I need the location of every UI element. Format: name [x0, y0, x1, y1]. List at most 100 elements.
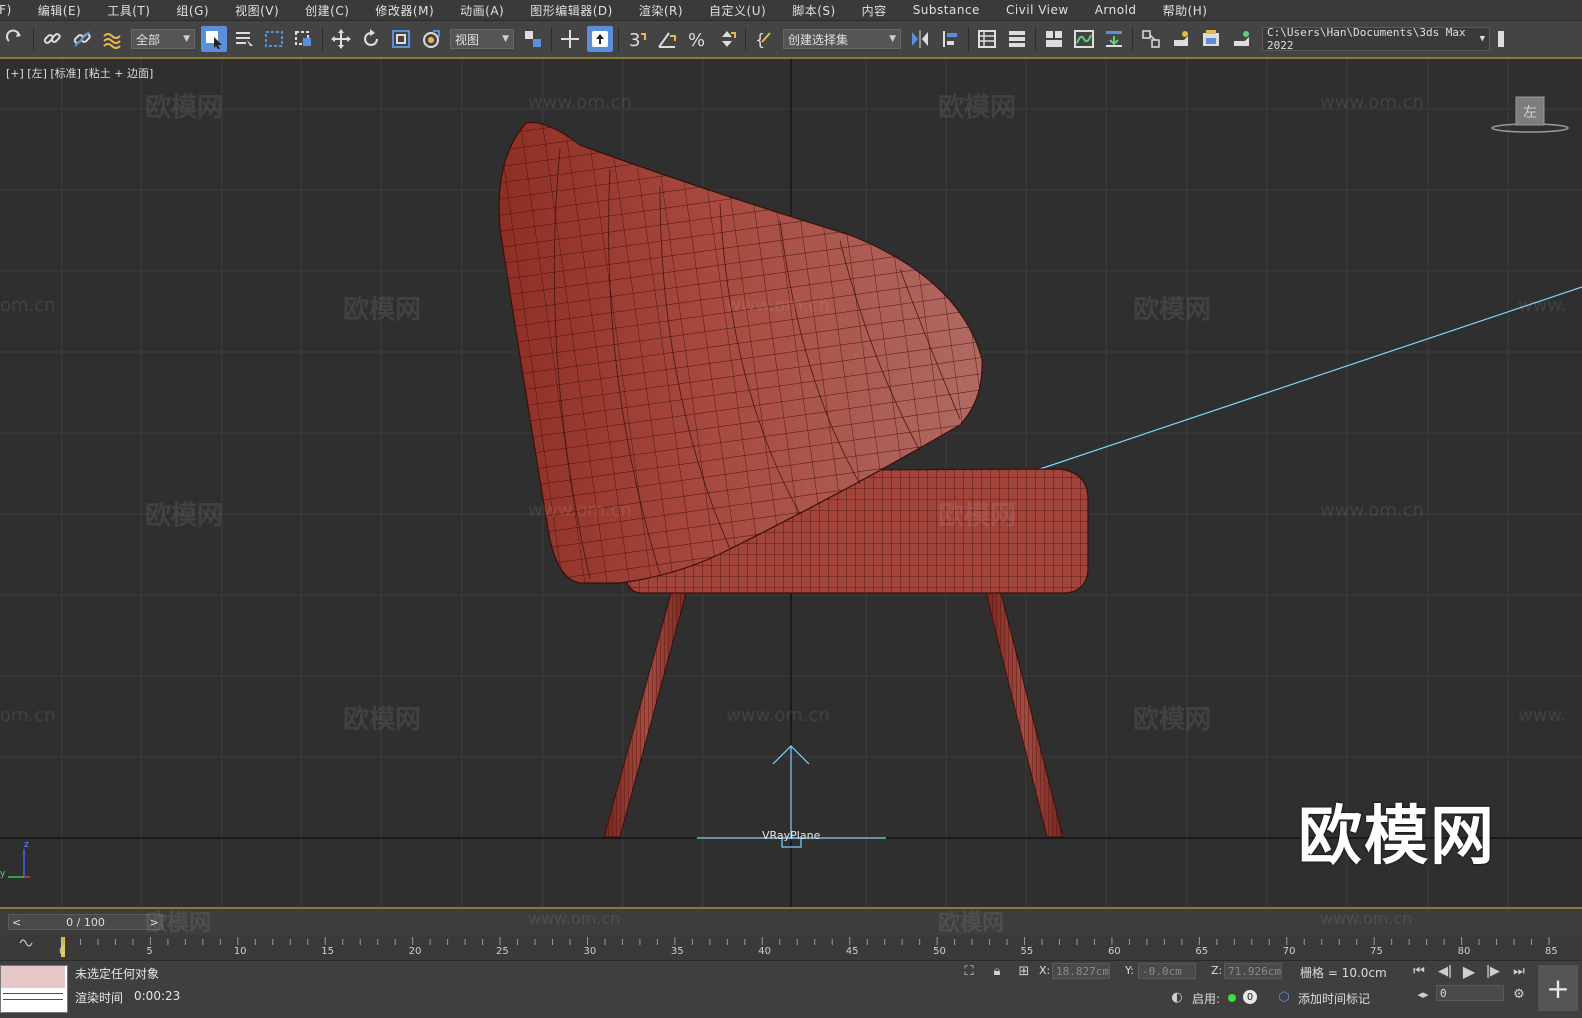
viewport-navigation-plus-icon[interactable]: +	[1538, 965, 1578, 1011]
named-selection-set-dropdown[interactable]: 创建选择集 ▼	[783, 29, 901, 49]
watermark-url: www.om.cn	[1320, 500, 1424, 521]
toolbar-separator	[1132, 27, 1133, 51]
keyboard-shortcut-override-button[interactable]	[587, 26, 613, 52]
render-time-value: 0:00:23	[134, 989, 181, 1003]
svg-text:3: 3	[629, 30, 640, 50]
align-icon[interactable]	[937, 26, 963, 52]
watermark-url: www.om.cn	[528, 909, 621, 928]
menu-item-8[interactable]: 图形编辑器(D)	[517, 2, 626, 19]
site-logo: 欧模网	[1298, 800, 1496, 874]
angle-snap-icon[interactable]	[654, 26, 680, 52]
chevron-left-icon[interactable]: <	[9, 916, 21, 929]
bind-spacewarp-icon[interactable]	[99, 26, 125, 52]
go-to-start-icon[interactable]: ⏮	[1410, 962, 1428, 980]
ruler-tick-label: 20	[408, 946, 422, 957]
link-icon[interactable]	[39, 26, 65, 52]
layer-explorer-icon[interactable]	[1004, 26, 1030, 52]
chevron-down-icon: ▼	[889, 34, 896, 44]
select-by-name-icon[interactable]	[231, 26, 257, 52]
project-folder-icon[interactable]	[1492, 26, 1518, 52]
menu-item-12[interactable]: 内容	[849, 2, 900, 19]
move-icon[interactable]	[328, 26, 354, 52]
toolbar-separator	[33, 27, 34, 51]
unlink-icon[interactable]	[69, 26, 95, 52]
project-folder-field[interactable]: C:\Users\Han\Documents\3ds Max 2022 ▼	[1262, 26, 1490, 52]
menu-item-2[interactable]: 工具(T)	[94, 2, 163, 19]
time-tag-icon[interactable]: ⬡	[1275, 988, 1293, 1006]
menu-item-0[interactable]: (F)	[0, 3, 25, 17]
watermark: 欧模网	[1133, 705, 1212, 735]
viewport-label-menu[interactable]: [+] [左] [标准] [粘土 + 边面]	[6, 65, 153, 81]
rendered-frame-window-icon[interactable]	[1198, 26, 1224, 52]
y-coord-field[interactable]: -0.0cm	[1138, 963, 1196, 979]
toolbar-separator	[551, 27, 552, 51]
vrayplane-label: VRayPlane	[762, 829, 821, 842]
curve-editor-icon[interactable]	[1071, 26, 1097, 52]
ruler-tick-label: 40	[758, 946, 772, 957]
snaps-toggle-icon[interactable]: 3	[624, 26, 650, 52]
absolute-mode-icon[interactable]: ⊞	[1015, 962, 1033, 980]
menu-item-4[interactable]: 视图(V)	[222, 2, 292, 19]
menu-item-14[interactable]: Civil View	[993, 3, 1082, 17]
watermark: 欧模网	[938, 911, 1005, 936]
time-slider[interactable]: < 0 / 100 >	[8, 914, 163, 930]
ribbon-toggle-icon[interactable]	[1041, 26, 1067, 52]
z-coord-field[interactable]: 71.926cm	[1224, 963, 1282, 979]
window-crossing-icon[interactable]	[291, 26, 317, 52]
menu-item-10[interactable]: 自定义(U)	[696, 2, 779, 19]
menu-item-11[interactable]: 脚本(S)	[779, 2, 848, 19]
material-editor-icon[interactable]	[1138, 26, 1164, 52]
menu-item-5[interactable]: 创建(C)	[292, 2, 362, 19]
key-mode-icon[interactable]: ◂▸	[1414, 985, 1432, 1003]
menu-item-7[interactable]: 动画(A)	[447, 2, 517, 19]
menu-item-6[interactable]: 修改器(M)	[362, 2, 447, 19]
select-manipulate-icon[interactable]	[557, 26, 583, 52]
schematic-view-icon[interactable]	[1101, 26, 1127, 52]
mirror-icon[interactable]	[907, 26, 933, 52]
toolbar-separator	[968, 27, 969, 51]
scene-explorer-icon[interactable]	[974, 26, 1000, 52]
time-configuration-icon[interactable]: ⚙	[1510, 985, 1528, 1003]
rotate-icon[interactable]	[358, 26, 384, 52]
pivot-center-icon[interactable]	[520, 26, 546, 52]
select-object-button[interactable]	[201, 26, 227, 52]
adaptive-degradation-icon[interactable]: ◐	[1168, 988, 1186, 1006]
current-frame-field[interactable]: 0	[1436, 985, 1504, 1001]
x-coord-field[interactable]: 18.827cm	[1052, 963, 1110, 979]
menu-item-3[interactable]: 组(G)	[163, 2, 222, 19]
scale-icon[interactable]	[388, 26, 414, 52]
chevron-down-icon: ▼	[1479, 34, 1485, 44]
watermark-url: www.om.cn	[726, 295, 830, 316]
play-icon[interactable]: ▶	[1460, 962, 1478, 981]
status-bar: 未选定任何对象 渲染时间 0:00:23 ⛶ 🔒︎ ⊞ X: 18.827cm …	[0, 960, 1582, 1018]
menu-bar: (F)编辑(E)工具(T)组(G)视图(V)创建(C)修改器(M)动画(A)图形…	[0, 0, 1582, 21]
lock-icon[interactable]: 🔒︎	[988, 962, 1006, 980]
render-production-icon[interactable]	[1228, 26, 1254, 52]
go-to-end-icon[interactable]: ⏭	[1510, 962, 1528, 980]
menu-item-16[interactable]: 帮助(H)	[1150, 2, 1221, 19]
menu-item-1[interactable]: 编辑(E)	[25, 2, 94, 19]
menu-item-9[interactable]: 渲染(R)	[626, 2, 696, 19]
redo-icon[interactable]	[2, 26, 28, 52]
spinner-snap-icon[interactable]	[714, 26, 740, 52]
previous-frame-icon[interactable]: ◀ǀ	[1436, 962, 1454, 980]
menu-item-13[interactable]: Substance	[900, 3, 993, 17]
edit-named-selection-icon[interactable]: {	[751, 26, 777, 52]
track-bar[interactable]: 0 5 10 15 20 25 30 35 40 45 50 55 60 65 70 75 80 85	[0, 935, 1582, 960]
viewcube[interactable]: 左	[1490, 95, 1570, 135]
reference-coord-dropdown[interactable]: 视图 ▼	[450, 29, 514, 49]
add-time-tag-label[interactable]: 添加时间标记	[1298, 990, 1370, 1007]
menu-item-15[interactable]: Arnold	[1082, 3, 1150, 17]
next-frame-icon[interactable]: ǀ▶	[1484, 962, 1502, 980]
watermark-url: om.cn	[0, 295, 56, 316]
left-viewport[interactable]: [+] [左] [标准] [粘土 + 边面] z y 欧模网 www.om.cn…	[0, 59, 1582, 907]
selection-filter-dropdown[interactable]: 全部 ▼	[131, 29, 195, 49]
percent-snap-icon[interactable]: %	[684, 26, 710, 52]
render-setup-icon[interactable]	[1168, 26, 1194, 52]
watermark-url: www.	[1518, 705, 1567, 726]
watermark-url: www.om.cn	[1320, 92, 1424, 113]
placement-icon[interactable]	[418, 26, 444, 52]
maxscript-listener-preview[interactable]	[0, 965, 68, 1013]
rect-selection-icon[interactable]	[261, 26, 287, 52]
isolate-selection-icon[interactable]: ⛶	[960, 962, 978, 980]
